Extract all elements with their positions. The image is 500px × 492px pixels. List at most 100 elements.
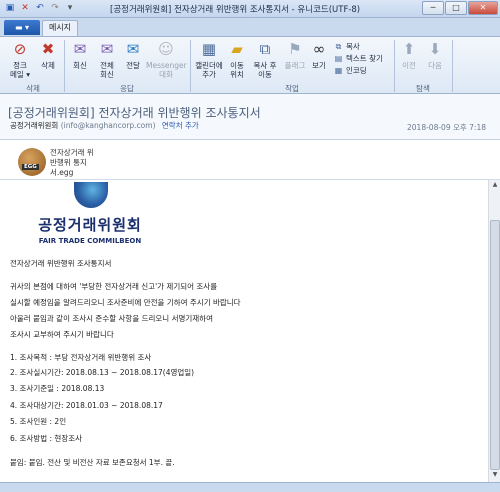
block-icon: ⊘ [13,39,27,58]
menu-icon: ▬ ▾ [14,23,30,32]
calendar-icon: ▦ [201,39,217,58]
ftc-logo: 공정거래위원회 FAIR TRADE COMMILBEON [8,182,172,250]
copy-small-button[interactable]: ⧉ 복사 [334,41,360,52]
body-paragraph: 실시할 예정임을 알려드리오니 조사준비에 만전을 기하여 주시기 바랍니다 [10,298,241,307]
minimize-button[interactable]: ─ [422,1,444,15]
window-title: [공정거래위원회] 전자상거래 위반행위 조사통지서 - 유니코드(UTF-8) [110,5,361,15]
encoding-button[interactable]: ▦ 인코딩 [334,65,367,76]
message-subject: [공정거래위원회] 전자상거래 위반행위 조사통지서 [8,106,261,120]
delete-x-icon: ✖ [41,39,55,58]
attachment-name-line: 서.egg [50,168,74,177]
body-paragraph: 귀사의 본점에 대하여 '부당한 전자상거래 신고'가 제기되어 조사를 [10,282,218,291]
group-label-respond: 응답 [120,84,134,93]
body-paragraph: 아울러 붙임과 같이 조사시 준수할 사항을 드리오니 서명기재하여 [10,314,213,323]
reply-all-icon: ✉ [100,39,114,58]
group-label-nav: 탐색 [416,84,430,93]
undo-icon[interactable]: ↶ [34,2,46,14]
close-button[interactable]: ✕ [468,1,498,15]
scroll-down-icon[interactable]: ▼ [490,471,500,481]
reply-label: 회신 [73,61,87,70]
delete-label: 삭제 [41,61,55,70]
delete-icon[interactable]: ✕ [19,2,31,14]
reply-all-button[interactable]: ✉ 전체 회신 [94,39,120,79]
next-button[interactable]: ⬇ 다음 [424,39,446,70]
quick-access-toolbar: ▣ ✕ ↶ ↷ ▾ [4,2,76,14]
delete-button[interactable]: ✖ 삭제 [36,39,60,70]
reply-all-label: 전체 회신 [100,61,114,79]
logo-korean: 공정거래위원회 [38,216,142,234]
sender-name: 공정거래위원회 [10,121,59,130]
find-text-label: 텍스트 찾기 [346,54,383,63]
vertical-scrollbar[interactable]: ▲ ▼ [488,180,500,482]
find-icon: ▤ [334,54,343,63]
copy-move-label: 복사 후 이동 [253,61,277,79]
glasses-icon: ∞ [312,39,326,58]
attachment-name-line: 전자상거래 위 [50,148,94,157]
messenger-icon: ☺ [158,39,174,58]
divider [190,40,191,92]
message-header: [공정거래위원회] 전자상거래 위반행위 조사통지서 공정거래위원회 (info… [0,94,500,140]
body-list-item: 1. 조사목적 : 부당 전자상거래 위반행위 조사 [10,353,152,362]
add-calendar-button[interactable]: ▦ 캘린더에 추가 [194,39,224,79]
copy-move-button[interactable]: ⧉ 복사 후 이동 [250,39,280,79]
messenger-label: Messenger 대화 [146,61,187,79]
redo-icon[interactable]: ↷ [49,2,61,14]
arrow-down-icon: ⬇ [428,39,442,58]
egg-badge: EGG [22,164,39,170]
reply-button[interactable]: ✉ 회신 [68,39,92,70]
move-button[interactable]: ▰ 이동 위치 [226,39,248,79]
maximize-button[interactable]: □ [445,1,467,15]
find-text-button[interactable]: ▤ 텍스트 찾기 [334,53,383,64]
scroll-thumb[interactable] [490,220,500,470]
reply-icon: ✉ [73,39,87,58]
file-menu-button[interactable]: ▬ ▾ [4,20,40,35]
attachment-bar: EGG 전자상거래 위 반행위 통지 서.egg [0,140,500,180]
copy-small-label: 복사 [346,42,360,51]
body-list-item: 6. 조사방법 : 현장조사 [10,434,83,443]
next-label: 다음 [428,61,442,70]
prev-button[interactable]: ⬆ 이전 [398,39,420,70]
forward-button[interactable]: ✉ 전달 [122,39,144,70]
message-body: 공정거래위원회 FAIR TRADE COMMILBEON 전자상거래 위반행위… [0,180,488,482]
messenger-button[interactable]: ☺ Messenger 대화 [146,39,187,79]
message-date: 2018-08-09 오후 7:18 [407,123,486,132]
body-list-item: 5. 조사인원 : 2인 [10,417,67,426]
flag-icon: ⚑ [288,39,302,58]
tab-message[interactable]: 메시지 [42,20,78,36]
add-calendar-label: 캘린더에 추가 [195,61,223,79]
sender-email: (info@kanghancorp.com) [60,121,156,130]
logo-english: FAIR TRADE COMMILBEON [38,237,142,245]
save-icon[interactable]: ▣ [4,2,16,14]
folder-icon: ▰ [231,39,243,58]
divider [452,40,453,92]
body-list-item: 2. 조사실시기간: 2018.08.13 ~ 2018.08.17(4영업일) [10,368,195,377]
group-label-delete: 삭제 [26,84,40,93]
attachment-filename[interactable]: 전자상거래 위 반행위 통지 서.egg [50,148,94,178]
prev-label: 이전 [402,61,416,70]
egg-file-icon[interactable] [18,148,46,176]
window-bottom-border [0,482,500,492]
junk-label: 정크 메일 ▾ [10,61,30,79]
junk-mail-button[interactable]: ⊘ 정크 메일 ▾ [6,39,34,79]
flag-button[interactable]: ⚑ 플래그 [282,39,308,70]
title-bar: ▣ ✕ ↶ ↷ ▾ [공정거래위원회] 전자상거래 위반행위 조사통지서 - 유… [0,0,500,18]
ribbon: ⊘ 정크 메일 ▾ ✖ 삭제 삭제 ✉ 회신 ✉ 전체 회신 ✉ 전달 ☺ Me… [0,36,500,94]
ribbon-tabs: ▬ ▾ 메시지 [0,18,500,36]
body-list-item: 4. 조사대상기간: 2018.01.03 ~ 2018.08.17 [10,401,163,410]
attachment-name-line: 반행위 통지 [50,158,87,167]
body-paragraph: 조사시 교부하여 주시기 바랍니다 [10,330,114,339]
dropdown-icon[interactable]: ▾ [64,2,76,14]
sender-line: 공정거래위원회 (info@kanghancorp.com) 연락처 추가 [10,120,199,131]
divider [64,40,65,92]
group-label-actions: 작업 [285,84,299,93]
forward-icon: ✉ [126,39,140,58]
copy-small-icon: ⧉ [335,41,342,51]
scroll-up-icon[interactable]: ▲ [490,181,500,191]
divider [394,40,395,92]
add-contact-link[interactable]: 연락처 추가 [162,121,199,130]
view-button[interactable]: ∞ 보기 [308,39,330,70]
arrow-up-icon: ⬆ [402,39,416,58]
body-list-item: 3. 조사기준일 : 2018.08.13 [10,384,105,393]
forward-label: 전달 [126,61,140,70]
body-attachment-note: 붙임: 붙임. 전산 및 비전산 자료 보존요청서 1부. 끝. [10,458,175,467]
